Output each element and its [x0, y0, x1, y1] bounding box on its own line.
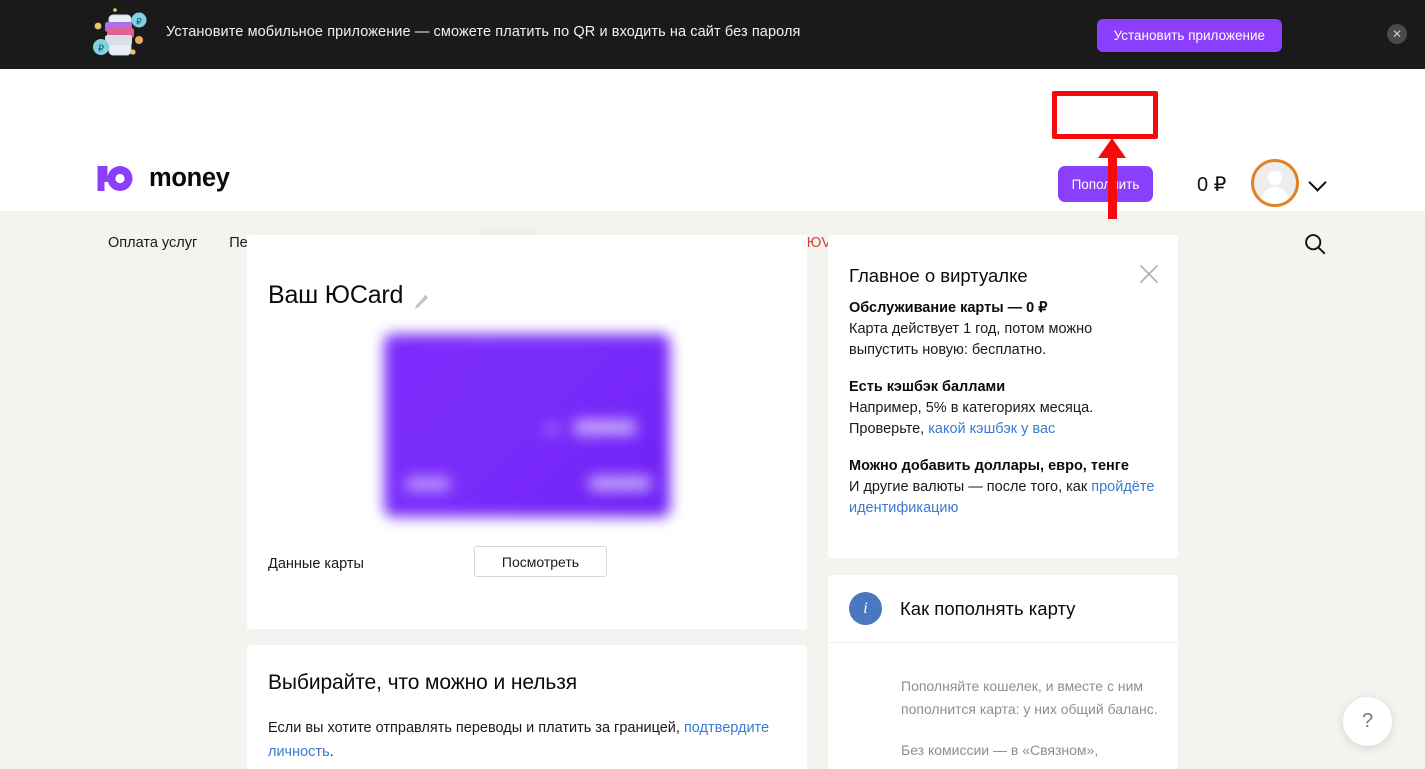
- howto-panel-body: Пополняйте кошелек, и вместе с ним попол…: [901, 675, 1169, 769]
- card-data-label: Данные карты: [268, 556, 364, 572]
- close-icon[interactable]: [1138, 263, 1160, 285]
- chevron-down-icon[interactable]: [1308, 173, 1327, 192]
- card-blur-mark-logo: [574, 420, 636, 435]
- avatar-head: [1268, 171, 1282, 185]
- info-icon: i: [849, 592, 882, 625]
- promo-text: Установите мобильное приложение — сможет…: [166, 24, 801, 40]
- info-panel: Главное о виртуалке Обслуживание карты —…: [828, 235, 1178, 558]
- howto-panel-header: i Как пополнять карту: [828, 575, 1178, 643]
- info-block-text: И другие валюты — после того, как пройдё…: [849, 477, 1155, 519]
- info-block-0: Обслуживание карты — 0 ₽ Карта действует…: [849, 300, 1155, 361]
- view-card-data-button[interactable]: Посмотреть: [474, 546, 607, 577]
- choose-panel-title: Выбирайте, что можно и нельзя: [268, 671, 577, 694]
- promo-banner: ₽ ₽ Установите мобильное приложение — см…: [0, 0, 1425, 69]
- pencil-icon[interactable]: [413, 288, 429, 309]
- choose-body-post: .: [329, 744, 334, 760]
- logo[interactable]: money: [96, 164, 230, 193]
- choose-panel-body: Если вы хотите отправлять переводы и пла…: [268, 716, 778, 764]
- howto-panel-title: Как пополнять карту: [900, 597, 1076, 619]
- info-block-text: Карта действует 1 год, потом можно выпус…: [849, 321, 1093, 358]
- card-blur-mark-right: [589, 476, 651, 491]
- balance-amount: 0 ₽: [1197, 174, 1227, 196]
- info-block-heading: Можно добавить доллары, евро, тенге: [849, 458, 1129, 474]
- howto-panel: i Как пополнять карту Пополняйте кошелек…: [828, 575, 1178, 769]
- card-title-text: Ваш ЮCard: [268, 281, 404, 309]
- info-block-text: Например, 5% в категориях месяца. Провер…: [849, 398, 1155, 440]
- topup-button[interactable]: Пополнить: [1058, 166, 1153, 202]
- avatar-body: [1261, 187, 1289, 204]
- info-panel-title: Главное о виртуалке: [849, 265, 1028, 286]
- info-block-heading: Есть кэшбэк баллами: [849, 379, 1006, 395]
- info-block-heading: Обслуживание карты — 0 ₽: [849, 300, 1048, 316]
- avatar[interactable]: [1251, 159, 1299, 207]
- card-blur-mark-left: [406, 477, 450, 491]
- topup-button-wrap: Пополнить: [1058, 166, 1153, 202]
- card-panel: Ваш ЮCard Данные карты Посмотреть: [247, 235, 807, 629]
- logo-word: money: [149, 164, 230, 192]
- howto-paragraph-2: Без комиссии — в «Связном»,: [901, 742, 1099, 758]
- choose-panel: Выбирайте, что можно и нельзя Если вы хо…: [247, 645, 807, 769]
- howto-paragraph-1: Пополняйте кошелек, и вместе с ним попол…: [901, 678, 1158, 717]
- install-app-button[interactable]: Установить приложение: [1096, 19, 1282, 52]
- yoo-logo-icon: [96, 165, 140, 192]
- card-panel-title: Ваш ЮCard: [268, 281, 429, 310]
- blurred-purple-bank-card[interactable]: [384, 334, 670, 517]
- phone-with-cards-icon: ₽ ₽: [89, 8, 151, 62]
- annotation-arrow-shaft: [1108, 155, 1117, 219]
- help-button[interactable]: ?: [1343, 697, 1392, 746]
- svg-text:₽: ₽: [136, 17, 142, 27]
- choose-body-pre: Если вы хотите отправлять переводы и пла…: [268, 720, 684, 736]
- card-blur-mark-small: [544, 426, 560, 433]
- cashback-link[interactable]: какой кэшбэк у вас: [928, 421, 1055, 437]
- close-icon[interactable]: ✕: [1387, 24, 1407, 44]
- info-block-2: Можно добавить доллары, евро, тенге И др…: [849, 458, 1155, 519]
- svg-text:₽: ₽: [98, 44, 105, 55]
- site-header: money Оплата услуг Переводы Игры и прогр…: [0, 69, 1425, 259]
- main-content: Ваш ЮCard Данные карты Посмотреть Выбира…: [0, 211, 1425, 769]
- info-blocks: Обслуживание карты — 0 ₽ Карта действует…: [849, 300, 1155, 537]
- info-block-1: Есть кэшбэк баллами Например, 5% в катег…: [849, 379, 1155, 440]
- info-block-text-pre: И другие валюты — после того, как: [849, 479, 1092, 495]
